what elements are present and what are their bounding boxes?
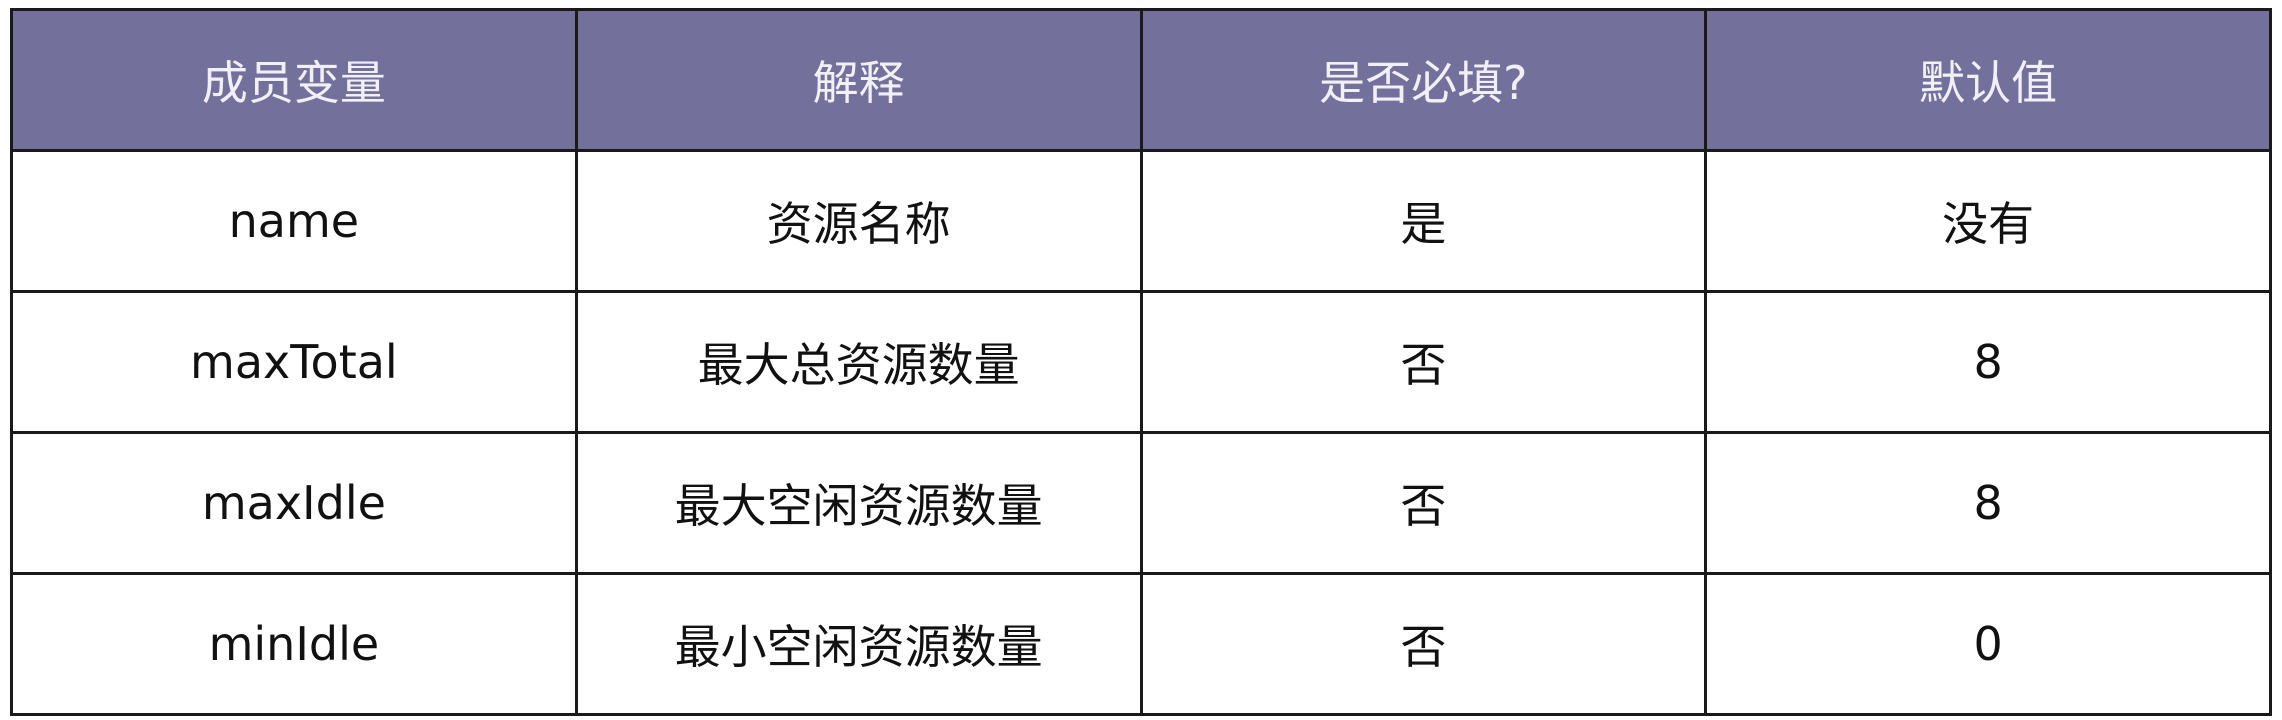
column-header-default-value: 默认值 bbox=[1704, 8, 2272, 152]
table-body: name 资源名称 是 没有 maxTotal 最大总资源数量 否 8 maxI… bbox=[10, 149, 2272, 716]
member-variable-cell: minIdle bbox=[10, 572, 578, 716]
table-row: minIdle 最小空闲资源数量 否 0 bbox=[10, 572, 2272, 716]
table-header: 成员变量 解释 是否必填? 默认值 bbox=[10, 8, 2272, 152]
required-cell: 否 bbox=[1139, 431, 1708, 575]
explanation-cell: 资源名称 bbox=[574, 149, 1143, 293]
header-row: 成员变量 解释 是否必填? 默认值 bbox=[10, 8, 2272, 152]
member-variable-cell: name bbox=[10, 149, 578, 293]
column-header-member-variable: 成员变量 bbox=[10, 8, 578, 152]
table-row: name 资源名称 是 没有 bbox=[10, 149, 2272, 293]
table-row: maxTotal 最大总资源数量 否 8 bbox=[10, 290, 2272, 434]
member-variable-cell: maxTotal bbox=[10, 290, 578, 434]
member-variable-table: 成员变量 解释 是否必填? 默认值 name 资源名称 是 没有 maxTota… bbox=[10, 8, 2272, 716]
default-value-cell: 8 bbox=[1704, 290, 2272, 434]
default-value-cell: 8 bbox=[1704, 431, 2272, 575]
required-cell: 否 bbox=[1139, 572, 1708, 716]
default-value-cell: 没有 bbox=[1704, 149, 2272, 293]
member-variable-cell: maxIdle bbox=[10, 431, 578, 575]
column-header-explanation: 解释 bbox=[574, 8, 1143, 152]
default-value-cell: 0 bbox=[1704, 572, 2272, 716]
explanation-cell: 最大总资源数量 bbox=[574, 290, 1143, 434]
required-cell: 否 bbox=[1139, 290, 1708, 434]
required-cell: 是 bbox=[1139, 149, 1708, 293]
explanation-cell: 最大空闲资源数量 bbox=[574, 431, 1143, 575]
table-row: maxIdle 最大空闲资源数量 否 8 bbox=[10, 431, 2272, 575]
column-header-required: 是否必填? bbox=[1139, 8, 1708, 152]
explanation-cell: 最小空闲资源数量 bbox=[574, 572, 1143, 716]
